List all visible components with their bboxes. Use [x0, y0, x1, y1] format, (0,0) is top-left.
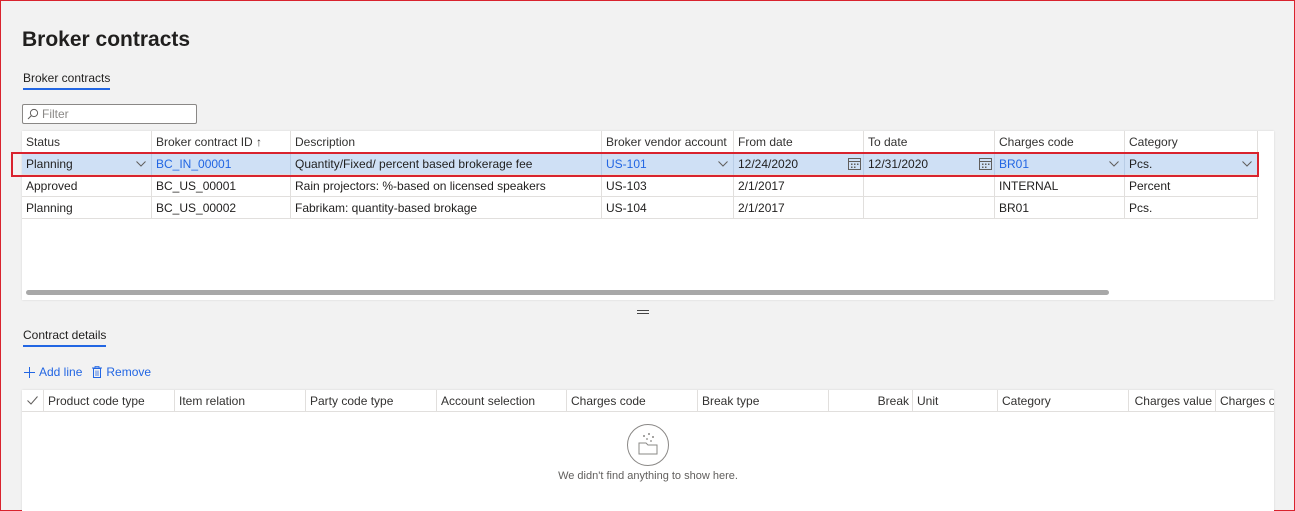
remove-button[interactable]: Remove: [92, 365, 151, 379]
column-header-account-selection[interactable]: Account selection: [437, 390, 567, 412]
column-header-status[interactable]: Status: [22, 131, 152, 153]
column-header-charges-currency[interactable]: Charges cu: [1216, 390, 1274, 412]
description-cell[interactable]: Rain projectors: %-based on licensed spe…: [291, 175, 602, 197]
vendor-account-cell[interactable]: US-104: [602, 197, 734, 219]
column-header-break-type[interactable]: Break type: [698, 390, 829, 412]
selected-row-highlight: [11, 152, 1259, 177]
details-toolbar: Add line Remove: [24, 365, 161, 379]
from-date-cell[interactable]: 2/1/2017: [734, 175, 864, 197]
description-cell[interactable]: Fabrikam: quantity-based brokage: [291, 197, 602, 219]
horizontal-scrollbar[interactable]: [26, 290, 1109, 295]
add-line-button[interactable]: Add line: [24, 365, 82, 379]
column-header-item-relation[interactable]: Item relation: [175, 390, 306, 412]
contract-id-cell[interactable]: BC_US_00002: [152, 197, 291, 219]
column-header-category[interactable]: Category: [1125, 131, 1258, 153]
tab-contract-details[interactable]: Contract details: [23, 328, 107, 347]
empty-state-message: We didn't find anything to show here.: [558, 470, 738, 482]
add-line-label: Add line: [39, 365, 83, 379]
tab-broker-contracts[interactable]: Broker contracts: [23, 71, 111, 90]
column-header-description[interactable]: Description: [291, 131, 602, 153]
column-header-charges-code[interactable]: Charges code: [567, 390, 698, 412]
page-title: Broker contracts: [22, 28, 191, 51]
status-cell[interactable]: Approved: [22, 175, 152, 197]
table-row[interactable]: Planning BC_US_00002 Fabrikam: quantity-…: [22, 197, 1258, 219]
column-header-category[interactable]: Category: [998, 390, 1129, 412]
column-header-product-code-type[interactable]: Product code type: [44, 390, 175, 412]
table-row[interactable]: Approved BC_US_00001 Rain projectors: %-…: [22, 175, 1258, 197]
search-icon: [27, 108, 39, 120]
charges-code-cell[interactable]: INTERNAL: [995, 175, 1125, 197]
column-header-vendor-account[interactable]: Broker vendor account: [602, 131, 734, 153]
column-header-unit[interactable]: Unit: [913, 390, 998, 412]
from-date-cell[interactable]: 2/1/2017: [734, 197, 864, 219]
status-cell[interactable]: Planning: [22, 197, 152, 219]
to-date-cell[interactable]: [864, 175, 995, 197]
column-header-to-date[interactable]: To date: [864, 131, 995, 153]
checkmark-icon: [27, 396, 38, 405]
column-header-contract-id[interactable]: Broker contract ID ↑: [152, 131, 291, 153]
remove-label: Remove: [106, 365, 152, 379]
grid-header: Product code type Item relation Party co…: [22, 390, 1274, 412]
column-header-charges-value[interactable]: Charges value: [1129, 390, 1216, 412]
to-date-cell[interactable]: [864, 197, 995, 219]
empty-folder-icon: [627, 424, 669, 466]
column-header-break[interactable]: Break: [829, 390, 913, 412]
column-header-party-code-type[interactable]: Party code type: [306, 390, 437, 412]
contract-id-cell[interactable]: BC_US_00001: [152, 175, 291, 197]
contract-details-grid: Product code type Item relation Party co…: [22, 390, 1274, 511]
grid-header: Status Broker contract ID ↑ Description …: [22, 131, 1258, 153]
filter-input[interactable]: [42, 107, 192, 121]
filter-box[interactable]: [22, 104, 197, 124]
vendor-account-cell[interactable]: US-103: [602, 175, 734, 197]
plus-icon: [24, 366, 35, 378]
column-header-from-date[interactable]: From date: [734, 131, 864, 153]
trash-icon: [92, 366, 103, 378]
category-cell[interactable]: Percent: [1125, 175, 1258, 197]
splitter-handle[interactable]: [637, 310, 649, 314]
charges-code-cell[interactable]: BR01: [995, 197, 1125, 219]
category-cell[interactable]: Pcs.: [1125, 197, 1258, 219]
column-header-charges-code[interactable]: Charges code: [995, 131, 1125, 153]
select-all-checkbox[interactable]: [22, 390, 44, 412]
